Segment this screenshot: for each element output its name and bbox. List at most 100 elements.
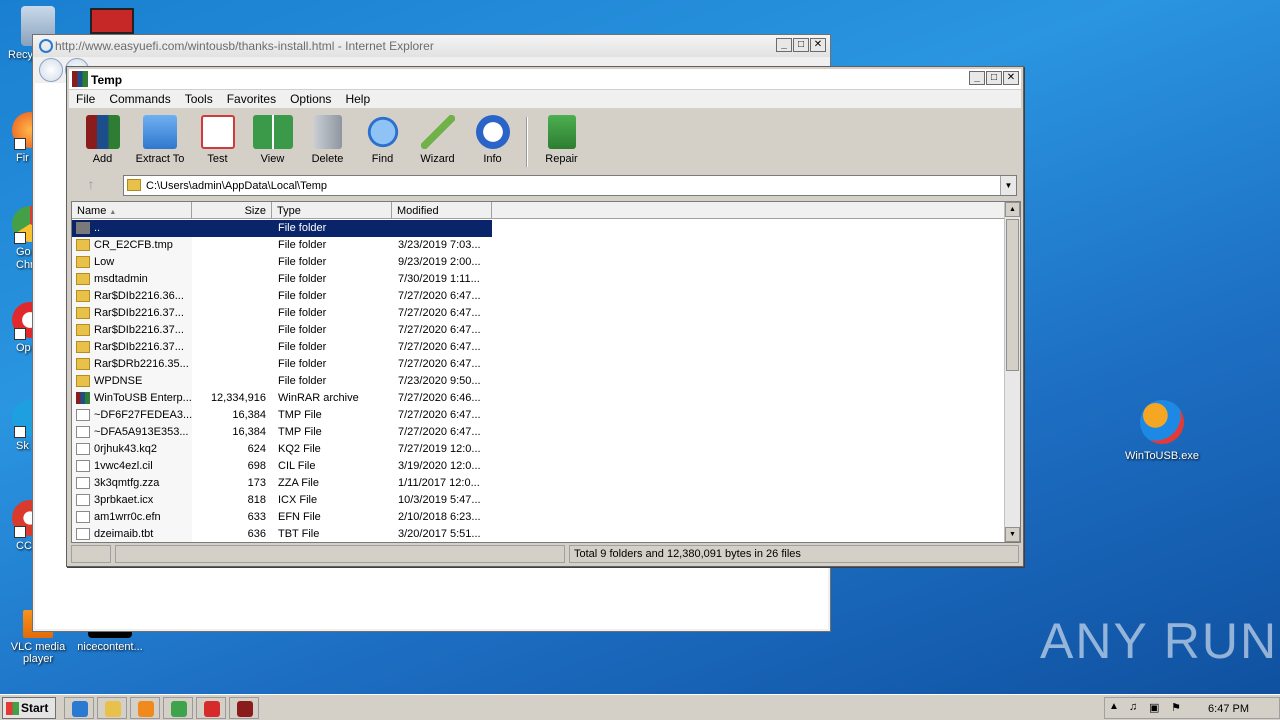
file-row[interactable]: Rar$DIb2216.37... File folder 7/27/2020 6:… — [72, 322, 1006, 339]
test-button[interactable]: Test — [190, 113, 245, 171]
file-list[interactable]: Name ▲ Size Type Modified .. File folder C… — [71, 201, 1021, 543]
file-name: msdtadmin — [94, 273, 148, 285]
scroll-down-arrow-icon[interactable]: ▼ — [1005, 527, 1020, 542]
file-type: WinRAR archive — [278, 392, 359, 404]
repair-button[interactable]: Repair — [534, 113, 589, 171]
menu-file[interactable]: File — [69, 90, 102, 108]
scroll-thumb[interactable] — [1006, 219, 1019, 371]
up-folder-button[interactable]: ↑ — [77, 176, 105, 196]
file-row[interactable]: .. File folder — [72, 220, 1006, 237]
winrar-titlebar[interactable]: Temp _ □ ✕ — [69, 69, 1021, 89]
find-button[interactable]: Find — [355, 113, 410, 171]
ie-maximize-button[interactable]: □ — [793, 38, 809, 52]
file-size — [192, 356, 272, 373]
ie-minimize-button[interactable]: _ — [776, 38, 792, 52]
file-name: 3prbkaet.icx — [94, 494, 154, 506]
column-header-type[interactable]: Type — [272, 202, 392, 219]
file-name-cell: 3prbkaet.icx — [72, 492, 192, 509]
desktop-icon-adobe[interactable] — [90, 8, 134, 34]
column-header-modified[interactable]: Modified — [392, 202, 492, 219]
file-modified: 7/27/2020 6:46... — [398, 392, 481, 404]
toolbar-label: Info — [483, 153, 502, 165]
action-center-flag-icon[interactable]: ⚑ — [1171, 701, 1181, 714]
extract-folder-icon — [143, 115, 177, 149]
file-row[interactable]: Rar$DIb2216.37... File folder 7/27/2020 6:… — [72, 305, 1006, 322]
status-bar: Total 9 folders and 12,380,091 bytes in … — [71, 545, 1019, 563]
file-icon — [76, 426, 90, 438]
file-name-cell: Rar$DRb2216.35... — [72, 356, 192, 373]
ie-titlebar[interactable]: http://www.easyuefi.com/wintousb/thanks-… — [33, 35, 830, 57]
file-type: CIL File — [278, 460, 316, 472]
file-row[interactable]: 3k3qmtfg.zza 173 ZZA File 1/11/2017 12:0... — [72, 475, 1006, 492]
scroll-up-arrow-icon[interactable]: ▲ — [1005, 202, 1020, 217]
path-combobox[interactable]: C:\Users\admin\AppData\Local\Temp ▼ — [123, 175, 1017, 196]
info-button[interactable]: Info — [465, 113, 520, 171]
file-row[interactable]: Low File folder 9/23/2019 2:00... — [72, 254, 1006, 271]
menu-tools[interactable]: Tools — [178, 90, 220, 108]
clock[interactable]: 6:47 PM — [1208, 703, 1249, 715]
file-row[interactable]: dzeimaib.tbt 636 TBT File 3/20/2017 5:51... — [72, 526, 1006, 542]
taskbar-app-button[interactable] — [97, 697, 127, 719]
file-name: WPDNSE — [94, 375, 143, 387]
taskbar-app-button[interactable] — [229, 697, 259, 719]
add-button[interactable]: Add — [75, 113, 130, 171]
file-icon — [76, 409, 90, 421]
add-archive-icon — [85, 115, 120, 149]
start-button[interactable]: Start — [2, 697, 56, 719]
file-row[interactable]: 0rjhuk43.kq2 624 KQ2 File 7/27/2019 12:0... — [72, 441, 1006, 458]
file-list-header: Name ▲ Size Type Modified — [72, 202, 1006, 219]
taskbar-app-button[interactable] — [130, 697, 160, 719]
network-icon[interactable]: ▣ — [1149, 701, 1159, 714]
file-row[interactable]: CR_E2CFB.tmp File folder 3/23/2019 7:03... — [72, 237, 1006, 254]
sort-ascending-icon: ▲ — [109, 209, 117, 216]
extract-to-button[interactable]: Extract To — [130, 113, 190, 171]
file-row[interactable]: 3prbkaet.icx 818 ICX File 10/3/2019 5:47... — [72, 492, 1006, 509]
file-name-cell: .. — [72, 220, 192, 237]
taskbar-app-button[interactable] — [64, 697, 94, 719]
back-arrow-icon[interactable] — [39, 58, 63, 82]
wizard-button[interactable]: Wizard — [410, 113, 465, 171]
column-header-size[interactable]: Size — [192, 202, 272, 219]
file-row[interactable]: am1wrr0c.efn 633 EFN File 2/10/2018 6:23... — [72, 509, 1006, 526]
file-row[interactable]: ~DFA5A913E353... 16,384 TMP File 7/27/2020 … — [72, 424, 1006, 441]
file-row[interactable]: ~DF6F27FEDEA3... 16,384 TMP File 7/27/2020 … — [72, 407, 1006, 424]
view-button[interactable]: View — [245, 113, 300, 171]
taskbar-app-button[interactable] — [196, 697, 226, 719]
menu-favorites[interactable]: Favorites — [220, 90, 283, 108]
file-name-cell: am1wrr0c.efn — [72, 509, 192, 526]
tray-arrow-icon[interactable]: ▲ — [1109, 701, 1119, 712]
file-name: WinToUSB Enterp... — [94, 392, 192, 404]
file-row[interactable]: 1vwc4ezl.cil 698 CIL File 3/19/2020 12:0... — [72, 458, 1006, 475]
file-row[interactable]: Rar$DRb2216.35... File folder 7/27/2020 6:… — [72, 356, 1006, 373]
menu-options[interactable]: Options — [283, 90, 338, 108]
toolbar-label: Add — [92, 153, 113, 165]
menu-commands[interactable]: Commands — [102, 90, 177, 108]
desktop-icon-wintousb[interactable]: WinToUSB.exe — [1118, 400, 1206, 462]
winrar-minimize-button[interactable]: _ — [969, 71, 985, 85]
vertical-scrollbar[interactable]: ▲ ▼ — [1004, 202, 1020, 542]
menu-help[interactable]: Help — [338, 90, 377, 108]
volume-icon[interactable]: ♫ — [1129, 701, 1137, 713]
file-name: Low — [94, 256, 115, 268]
file-row[interactable]: WPDNSE File folder 7/23/2020 9:50... — [72, 373, 1006, 390]
anyrun-watermark: ANY RUN — [1040, 613, 1279, 669]
file-row[interactable]: Rar$DIb2216.36... File folder 7/27/2020 6:… — [72, 288, 1006, 305]
column-header-name[interactable]: Name ▲ — [72, 202, 192, 219]
file-type: TMP File — [278, 409, 322, 421]
path-text: C:\Users\admin\AppData\Local\Temp — [146, 180, 327, 192]
ie-close-button[interactable]: ✕ — [810, 38, 826, 52]
file-row[interactable]: Rar$DIb2216.37... File folder 7/27/2020 6:… — [72, 339, 1006, 356]
file-type: File folder — [278, 358, 327, 370]
taskbar-app-button[interactable] — [163, 697, 193, 719]
shortcut-arrow-icon — [14, 328, 26, 340]
winrar-maximize-button[interactable]: □ — [986, 71, 1002, 85]
chevron-down-icon[interactable]: ▼ — [1000, 176, 1016, 195]
file-modified: 2/10/2018 6:23... — [398, 511, 481, 523]
folder-icon — [76, 307, 90, 319]
explorer-folder-icon — [105, 701, 121, 717]
winrar-window[interactable]: Temp _ □ ✕ File Commands Tools Favorites… — [66, 66, 1024, 567]
file-row[interactable]: WinToUSB Enterp... 12,334,916 WinRAR archi… — [72, 390, 1006, 407]
winrar-close-button[interactable]: ✕ — [1003, 71, 1019, 85]
delete-button[interactable]: Delete — [300, 113, 355, 171]
file-row[interactable]: msdtadmin File folder 7/30/2019 1:11... — [72, 271, 1006, 288]
